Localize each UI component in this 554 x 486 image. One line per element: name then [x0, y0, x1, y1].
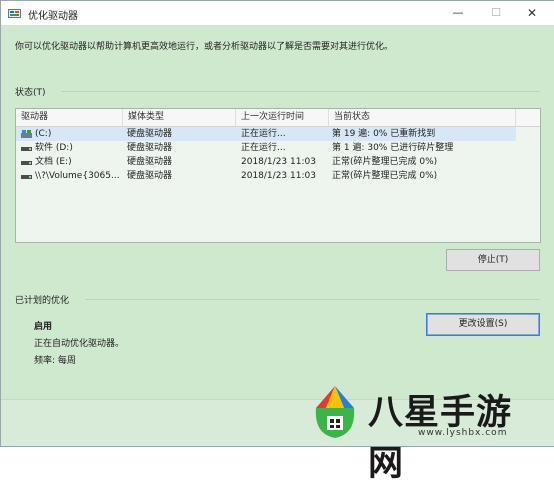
- table-row[interactable]: 软件 (D:) 硬盘驱动器 正在运行... 第 1 遍: 30% 已进行碎片整理: [16, 141, 516, 155]
- status-divider: [61, 91, 540, 92]
- schedule-detail: 正在自动优化驱动器。: [34, 339, 125, 349]
- optimize-drives-window: 优化驱动器 — ☐ ✕ 你可以优化驱动器以帮助计算机更高效地运行，或者分析驱动器…: [0, 0, 554, 447]
- watermark-url: www.lyshbx.com: [418, 428, 508, 438]
- maximize-button[interactable]: ☐: [478, 4, 514, 22]
- media-type: 硬盘驱动器: [127, 157, 173, 167]
- media-type: 硬盘驱动器: [127, 171, 173, 181]
- window-title: 优化驱动器: [28, 11, 78, 22]
- drives-table[interactable]: 驱动器 媒体类型 上一次运行时间 当前状态 (C:) 硬盘驱动器 正在运行...…: [15, 108, 541, 243]
- schedule-state: 启用: [34, 322, 53, 332]
- table-row[interactable]: \\?\Volume{3065... 硬盘驱动器 2018/1/23 11:03…: [16, 169, 516, 183]
- scheduled-section-label: 已计划的优化: [15, 296, 70, 306]
- drive-name: 软件 (D:): [35, 143, 73, 153]
- drive-name: \\?\Volume{3065...: [35, 171, 120, 181]
- column-header-drive[interactable]: 驱动器: [16, 109, 123, 126]
- column-header-media-type[interactable]: 媒体类型: [123, 109, 236, 126]
- drive-name: 文档 (E:): [35, 157, 72, 167]
- site-watermark: 八星手游网 www.lyshbx.com: [300, 382, 546, 484]
- column-header-current-status[interactable]: 当前状态: [329, 109, 516, 126]
- table-row[interactable]: (C:) 硬盘驱动器 正在运行... 第 19 遍: 0% 已重新找到: [16, 127, 516, 141]
- table-row[interactable]: 文档 (E:) 硬盘驱动器 2018/1/23 11:03 正常(碎片整理已完成…: [16, 155, 516, 169]
- change-settings-button[interactable]: 更改设置(S): [426, 313, 540, 336]
- hard-drive-icon: [21, 147, 32, 151]
- schedule-frequency: 频率: 每周: [34, 356, 76, 366]
- last-run: 正在运行...: [241, 143, 286, 153]
- table-header: 驱动器 媒体类型 上一次运行时间 当前状态: [16, 109, 540, 127]
- last-run: 正在运行...: [241, 129, 286, 139]
- last-run: 2018/1/23 11:03: [241, 157, 316, 167]
- stop-button[interactable]: 停止(T): [446, 249, 540, 271]
- current-status: 正常(碎片整理已完成 0%): [332, 157, 438, 167]
- hard-drive-icon: [21, 175, 32, 179]
- column-header-last-run[interactable]: 上一次运行时间: [236, 109, 329, 126]
- last-run: 2018/1/23 11:03: [241, 171, 316, 181]
- defrag-app-icon: [8, 9, 21, 18]
- status-section-label: 状态(T): [15, 88, 46, 98]
- minimize-button[interactable]: —: [440, 4, 476, 22]
- media-type: 硬盘驱动器: [127, 129, 173, 139]
- hard-drive-icon: [21, 161, 32, 165]
- drive-name: (C:): [35, 129, 52, 139]
- title-bar: 优化驱动器 — ☐ ✕: [1, 1, 554, 25]
- watermark-logo-icon: [315, 386, 355, 438]
- system-drive-icon: [21, 130, 32, 138]
- close-button[interactable]: ✕: [514, 4, 550, 22]
- description-text: 你可以优化驱动器以帮助计算机更高效地运行，或者分析驱动器以了解是否需要对其进行优…: [15, 42, 394, 52]
- scheduled-divider: [85, 299, 540, 300]
- current-status: 正常(碎片整理已完成 0%): [332, 171, 438, 181]
- media-type: 硬盘驱动器: [127, 143, 173, 153]
- current-status: 第 19 遍: 0% 已重新找到: [332, 129, 436, 139]
- current-status: 第 1 遍: 30% 已进行碎片整理: [332, 143, 454, 153]
